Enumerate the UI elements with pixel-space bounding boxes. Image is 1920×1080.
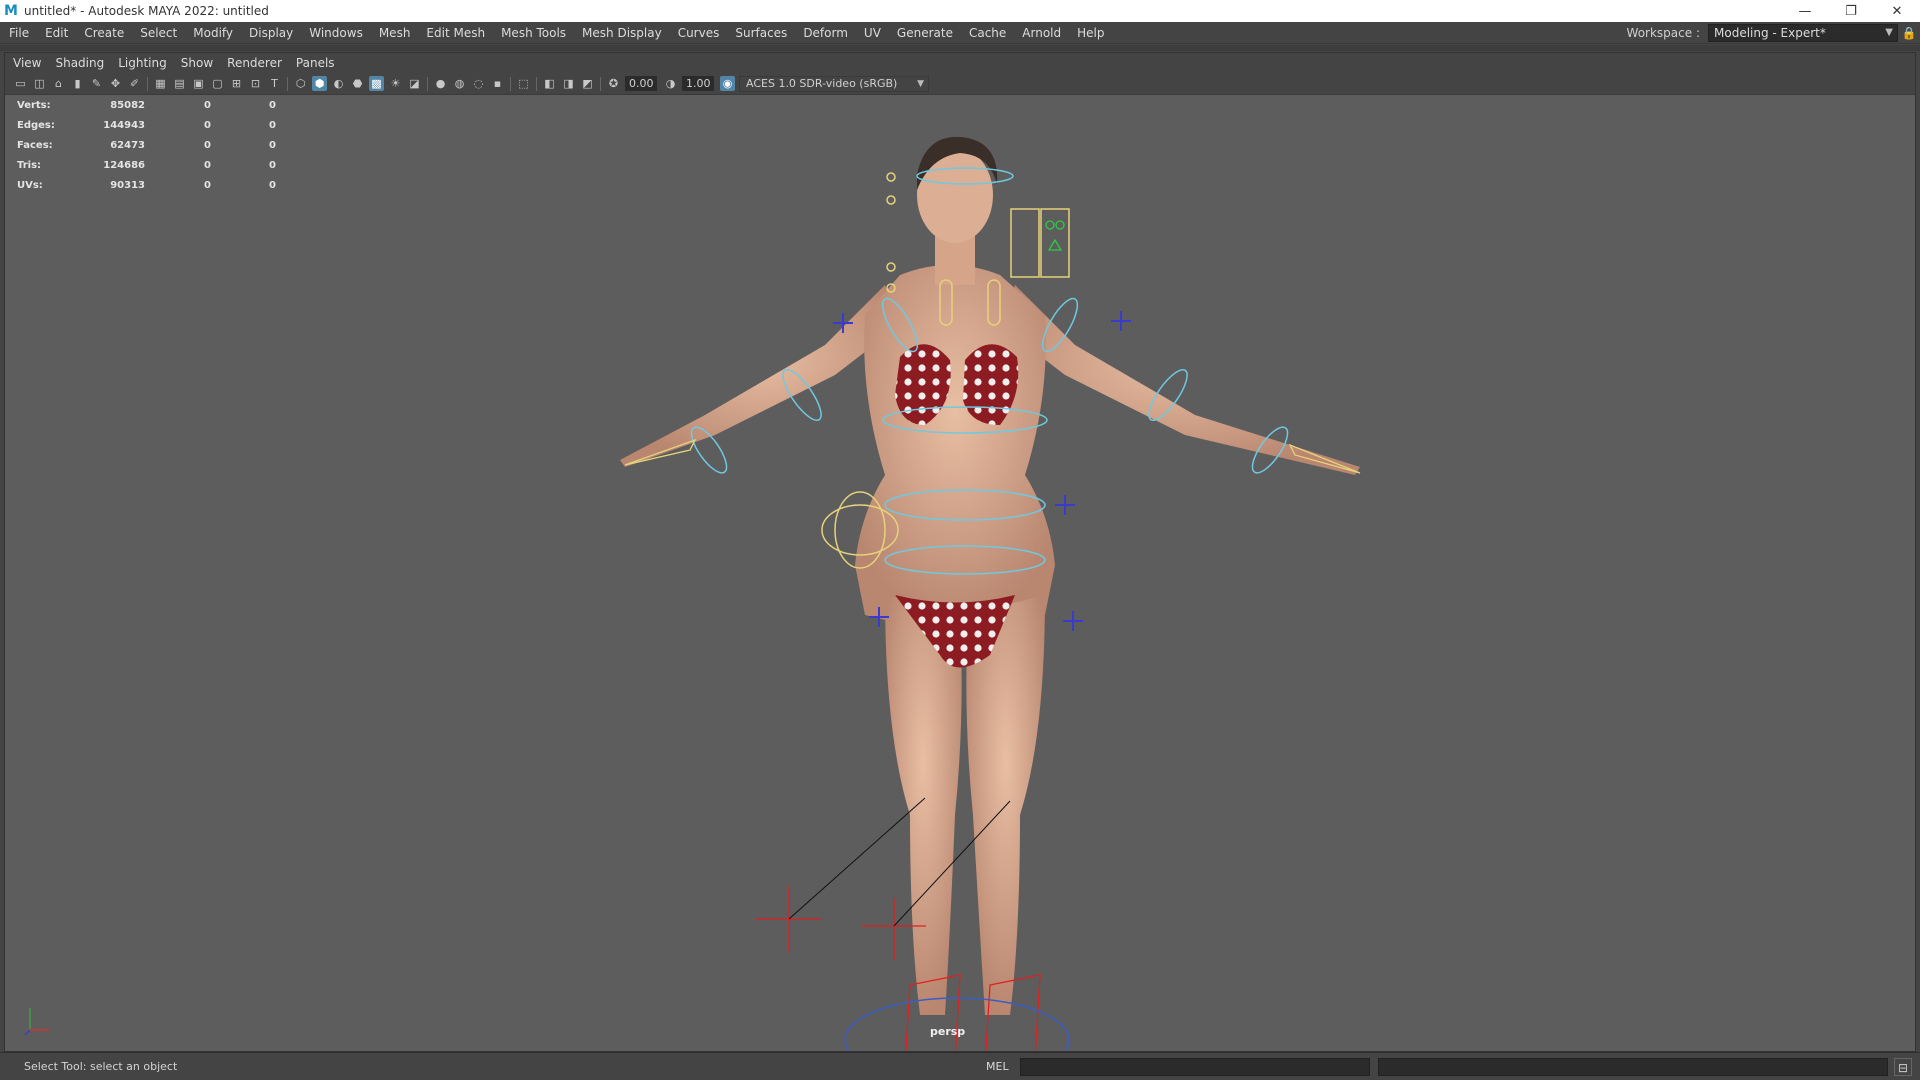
command-line-input[interactable]	[1020, 1058, 1370, 1076]
pencil-icon[interactable]: ✐	[127, 76, 142, 91]
panel-menu-renderer[interactable]: Renderer	[220, 56, 289, 70]
gate-mask-icon[interactable]: ▢	[210, 76, 225, 91]
menu-curves[interactable]: Curves	[670, 26, 728, 40]
lock-icon[interactable]: 🔒	[1898, 26, 1920, 40]
menu-select[interactable]: Select	[132, 26, 185, 40]
toolbar-separator	[287, 76, 288, 91]
gamma-field[interactable]: 1.00	[682, 76, 714, 91]
grease-pencil-icon[interactable]: ✎	[89, 76, 104, 91]
chevron-down-icon: ▼	[917, 78, 924, 89]
textured-icon[interactable]: ▩	[369, 76, 384, 91]
grid-icon[interactable]: ▦	[153, 76, 168, 91]
motion-blur-icon[interactable]: ◍	[452, 76, 467, 91]
menu-edit-mesh[interactable]: Edit Mesh	[418, 26, 493, 40]
close-button[interactable]: ✕	[1874, 0, 1920, 22]
menu-create[interactable]: Create	[76, 26, 132, 40]
panel-menu-show[interactable]: Show	[174, 56, 220, 70]
camera-label: persp	[930, 1025, 966, 1038]
panel-menu-view[interactable]: View	[5, 56, 48, 70]
camera-attributes-icon[interactable]: ◫	[32, 76, 47, 91]
menu-generate[interactable]: Generate	[889, 26, 961, 40]
exposure-field[interactable]: 0.00	[625, 76, 657, 91]
field-chart-icon[interactable]: ⊞	[229, 76, 244, 91]
shadows-icon[interactable]: ◪	[407, 76, 422, 91]
menu-windows[interactable]: Windows	[301, 26, 371, 40]
default-material-icon[interactable]: ◐	[331, 76, 346, 91]
menu-mesh-display[interactable]: Mesh Display	[574, 26, 670, 40]
toolbar-separator	[147, 76, 148, 91]
character-mesh[interactable]	[620, 136, 1360, 1015]
workspace-value: Modeling - Expert*	[1714, 26, 1826, 40]
xray-active-components-icon[interactable]: ◨	[561, 76, 576, 91]
panel-menu-shading[interactable]: Shading	[48, 56, 111, 70]
workspace-selector: Workspace : Modeling - Expert* ▼ 🔒	[1627, 22, 1920, 44]
bookmark-icon[interactable]: ⌂	[51, 76, 66, 91]
viewport-panel[interactable]: View Shading Lighting Show Renderer Pane…	[4, 52, 1916, 1052]
menu-deform[interactable]: Deform	[795, 26, 856, 40]
menu-file[interactable]: File	[0, 26, 37, 40]
menu-surfaces[interactable]: Surfaces	[727, 26, 795, 40]
panel-toolbar: ▭ ◫ ⌂ ▮ ✎ ✥ ✐ ▦ ▤ ▣ ▢ ⊞ ⊡ T ⬡ ⬢ ◐ ⬣ ▩ ☀ …	[5, 73, 1915, 95]
window-title: untitled* - Autodesk MAYA 2022: untitled	[24, 4, 269, 18]
film-gate-icon[interactable]: ▤	[172, 76, 187, 91]
depth-of-field-icon[interactable]: ▪	[490, 76, 505, 91]
shelf-divider	[0, 45, 1920, 51]
workspace-label: Workspace :	[1626, 26, 1700, 40]
menu-modify[interactable]: Modify	[185, 26, 241, 40]
menu-mesh[interactable]: Mesh	[371, 26, 419, 40]
toolbar-separator	[600, 76, 601, 91]
menu-arnold[interactable]: Arnold	[1014, 26, 1069, 40]
panel-menu-lighting[interactable]: Lighting	[111, 56, 174, 70]
select-camera-icon[interactable]: ▭	[13, 76, 28, 91]
command-result-field	[1378, 1058, 1888, 1076]
exposure-icon[interactable]: ✪	[606, 76, 621, 91]
menu-edit[interactable]: Edit	[37, 26, 76, 40]
chevron-down-icon: ▼	[1885, 27, 1893, 38]
2d-pan-zoom-icon[interactable]: ✥	[108, 76, 123, 91]
script-editor-icon[interactable]: ⊟	[1894, 1058, 1912, 1076]
menu-uv[interactable]: UV	[856, 26, 889, 40]
menu-display[interactable]: Display	[241, 26, 301, 40]
menu-help[interactable]: Help	[1069, 26, 1112, 40]
help-line: Select Tool: select an object	[24, 1060, 178, 1073]
command-language-toggle[interactable]: MEL	[986, 1060, 1009, 1073]
title-bar: M untitled* - Autodesk MAYA 2022: untitl…	[0, 0, 1920, 22]
safe-action-icon[interactable]: ⊡	[248, 76, 263, 91]
screen-space-ao-icon[interactable]: ●	[433, 76, 448, 91]
panel-menubar: View Shading Lighting Show Renderer Pane…	[5, 53, 1915, 73]
view-axis-gizmo	[24, 1008, 50, 1036]
color-management-icon[interactable]: ◉	[720, 76, 735, 91]
toolbar-separator	[536, 76, 537, 91]
resolution-gate-icon[interactable]: ▣	[191, 76, 206, 91]
view-transform-value: ACES 1.0 SDR-video (sRGB)	[746, 77, 898, 90]
viewport-canvas[interactable]	[5, 95, 1915, 1051]
xray-joints-icon[interactable]: ◩	[580, 76, 595, 91]
maximize-button[interactable]: ❐	[1828, 0, 1874, 22]
view-transform-dropdown[interactable]: ACES 1.0 SDR-video (sRGB) ▼	[739, 75, 929, 92]
safe-title-icon[interactable]: T	[267, 76, 282, 91]
window-controls: — ❐ ✕	[1782, 0, 1920, 22]
gamma-icon[interactable]: ◑	[663, 76, 678, 91]
smooth-shade-icon[interactable]: ⬢	[312, 76, 327, 91]
image-plane-icon[interactable]: ▮	[70, 76, 85, 91]
wireframe-icon[interactable]: ⬡	[293, 76, 308, 91]
anti-aliasing-icon[interactable]: ◌	[471, 76, 486, 91]
isolate-select-icon[interactable]: ⬚	[516, 76, 531, 91]
toolbar-separator	[427, 76, 428, 91]
workspace-dropdown[interactable]: Modeling - Expert* ▼	[1708, 24, 1898, 42]
minimize-button[interactable]: —	[1782, 0, 1828, 22]
wireframe-on-shaded-icon[interactable]: ⬣	[350, 76, 365, 91]
toolbar-separator	[510, 76, 511, 91]
maya-app-icon: M	[4, 3, 18, 19]
menu-mesh-tools[interactable]: Mesh Tools	[493, 26, 574, 40]
menu-cache[interactable]: Cache	[961, 26, 1014, 40]
use-all-lights-icon[interactable]: ☀	[388, 76, 403, 91]
panel-menu-panels[interactable]: Panels	[289, 56, 342, 70]
xray-icon[interactable]: ◧	[542, 76, 557, 91]
status-bar: Select Tool: select an object MEL ⊟	[0, 1052, 1920, 1080]
